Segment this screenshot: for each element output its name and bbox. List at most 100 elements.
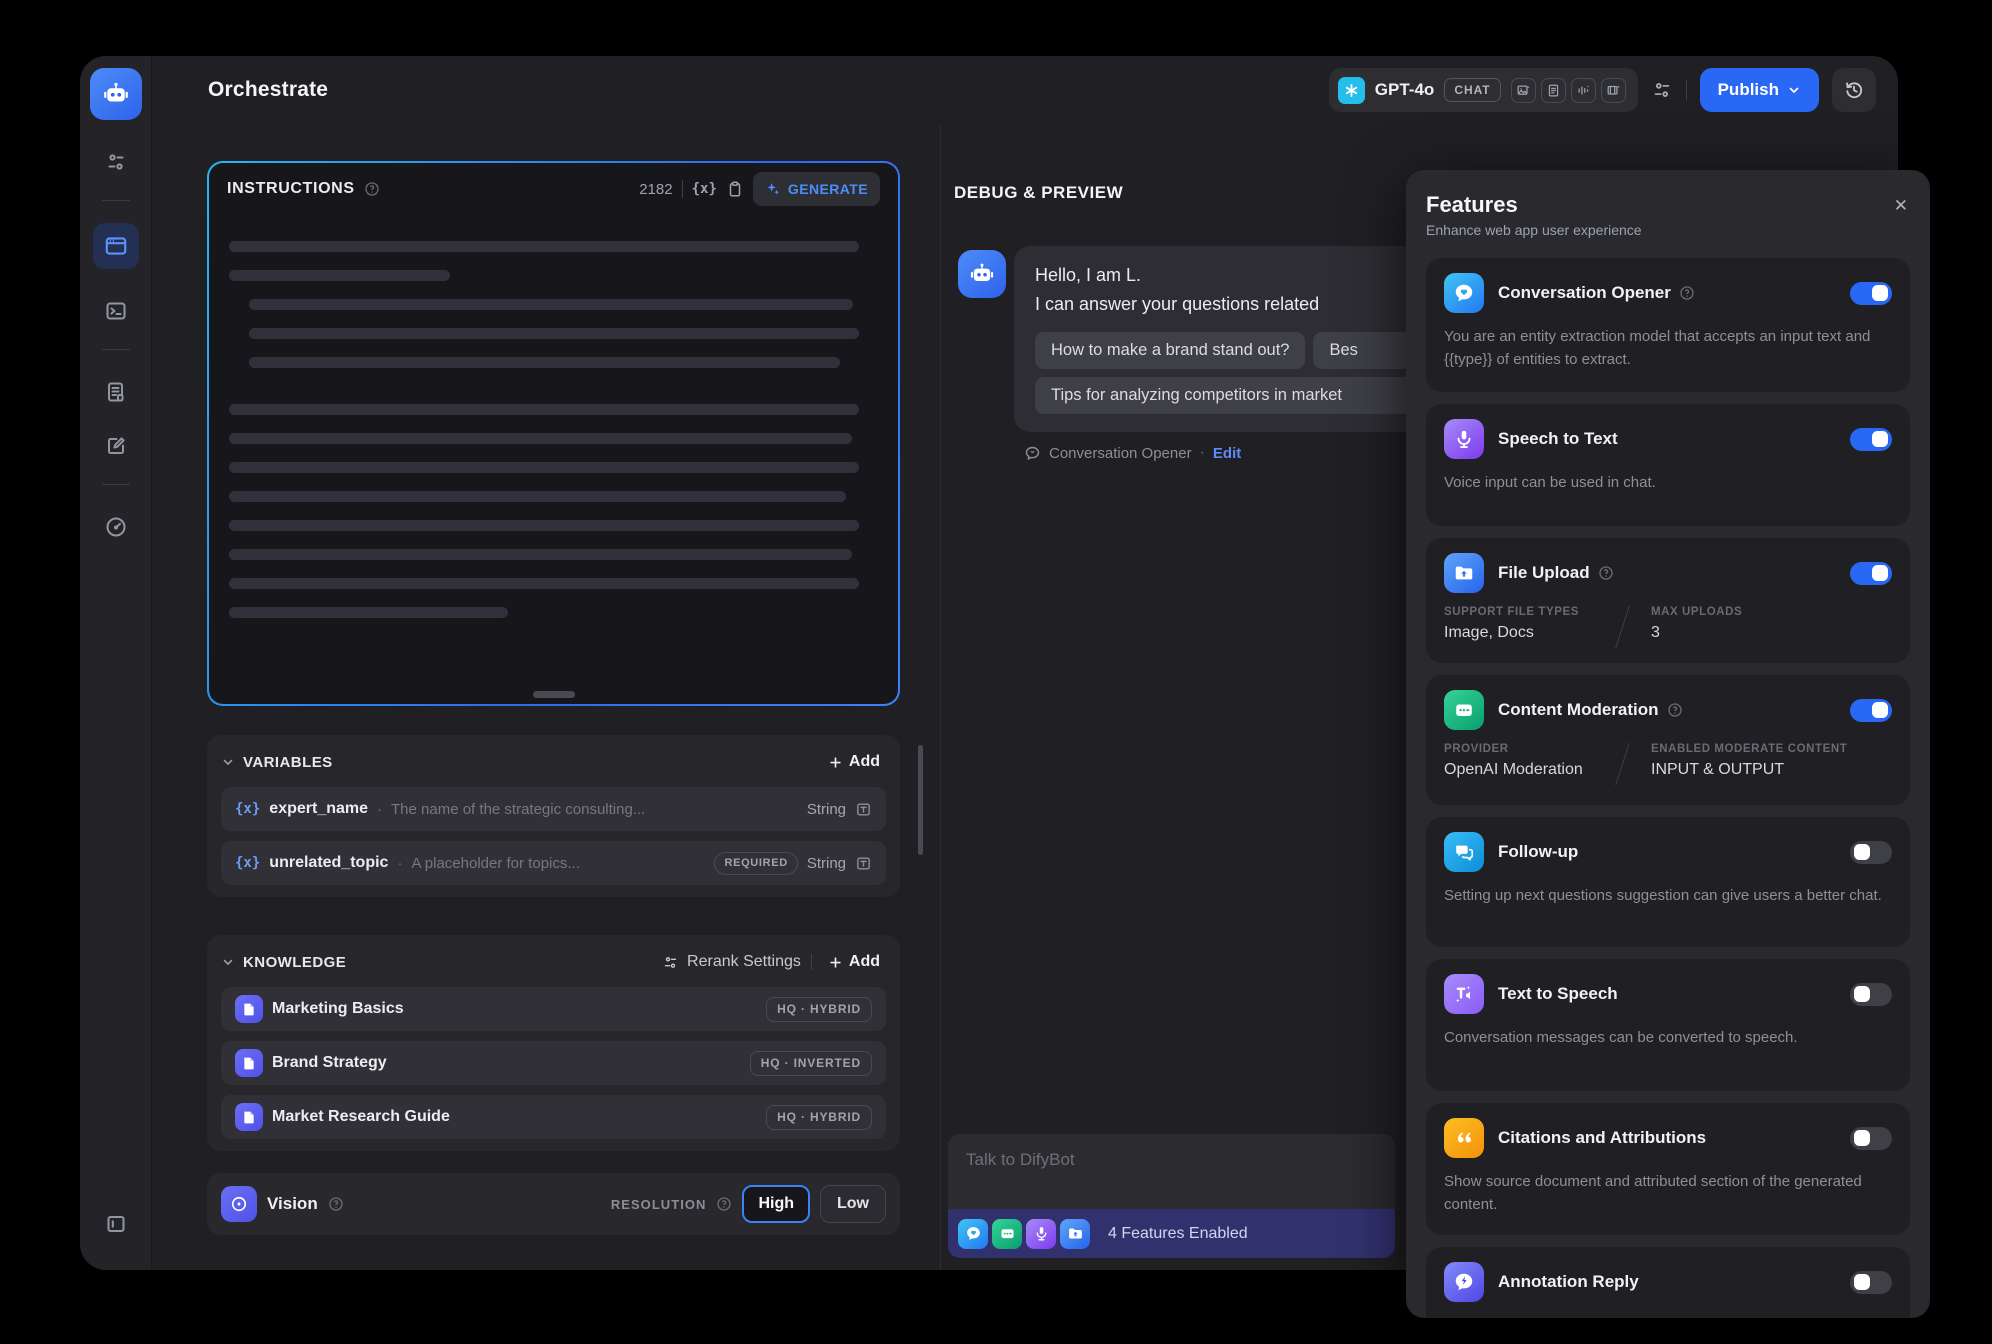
chevron-down-icon[interactable] bbox=[221, 955, 235, 969]
meta-divider bbox=[1615, 606, 1630, 648]
speech-to-text-toggle[interactable] bbox=[1850, 428, 1892, 451]
variable-type: String bbox=[807, 801, 846, 818]
conversation-opener-icon bbox=[958, 1219, 988, 1249]
citations-toggle[interactable] bbox=[1850, 1127, 1892, 1150]
variable-name: expert_name bbox=[269, 800, 368, 818]
annotation-icon[interactable] bbox=[104, 434, 128, 458]
knowledge-row[interactable]: Brand Strategy HQ · INVERTED bbox=[221, 1041, 886, 1085]
skeleton-line bbox=[229, 404, 859, 415]
separator-dot: · bbox=[377, 801, 382, 818]
text-input-type-icon[interactable] bbox=[855, 855, 872, 872]
resolution-low-button[interactable]: Low bbox=[820, 1185, 886, 1223]
chevron-down-icon bbox=[1787, 83, 1801, 97]
help-icon[interactable] bbox=[328, 1196, 344, 1212]
instructions-editor[interactable] bbox=[209, 215, 898, 618]
opener-note: Conversation Opener · Edit bbox=[1024, 444, 1241, 462]
feature-card-annotation-reply: Annotation Reply You can manually edit a… bbox=[1426, 1247, 1910, 1318]
knowledge-row[interactable]: Market Research Guide HQ · HYBRID bbox=[221, 1095, 886, 1139]
chat-input-area: 4 Features Enabled bbox=[948, 1134, 1395, 1258]
scrollbar-thumb[interactable] bbox=[918, 745, 923, 855]
logs-icon[interactable] bbox=[104, 380, 128, 404]
collapse-sidebar-icon[interactable] bbox=[104, 1212, 128, 1236]
meta-value: 3 bbox=[1651, 624, 1801, 642]
copy-icon[interactable] bbox=[726, 180, 744, 198]
rail-divider bbox=[102, 349, 130, 350]
add-knowledge-button[interactable]: Add bbox=[822, 949, 886, 975]
vision-icon bbox=[221, 1186, 257, 1222]
meta-col: PROVIDER OpenAI Moderation bbox=[1444, 743, 1594, 779]
edit-opener-link[interactable]: Edit bbox=[1213, 445, 1241, 462]
feature-desc: Show source document and attributed sect… bbox=[1444, 1171, 1892, 1216]
meta-value: INPUT & OUTPUT bbox=[1651, 761, 1847, 779]
sidebar-item-orchestrate[interactable] bbox=[93, 223, 139, 269]
feature-desc: Voice input can be used in chat. bbox=[1444, 472, 1892, 495]
content-moderation-toggle[interactable] bbox=[1850, 699, 1892, 722]
help-icon[interactable] bbox=[1679, 285, 1695, 301]
follow-up-toggle[interactable] bbox=[1850, 841, 1892, 864]
variable-row[interactable]: {x} unrelated_topic · A placeholder for … bbox=[221, 841, 886, 885]
model-settings-icon[interactable] bbox=[1651, 79, 1673, 101]
dataset-icon bbox=[235, 995, 263, 1023]
features-enabled-bar[interactable]: 4 Features Enabled bbox=[948, 1209, 1395, 1258]
text-input-type-icon[interactable] bbox=[855, 801, 872, 818]
version-history-button[interactable] bbox=[1832, 68, 1876, 112]
feature-card-follow-up: Follow-up Setting up next questions sugg… bbox=[1426, 817, 1910, 947]
file-upload-toggle[interactable] bbox=[1850, 562, 1892, 585]
model-selector[interactable]: GPT-4o CHAT bbox=[1329, 68, 1638, 112]
meta-col: MAX UPLOADS 3 bbox=[1651, 606, 1801, 642]
variables-title: VARIABLES bbox=[243, 754, 333, 771]
skeleton-line bbox=[229, 607, 508, 618]
app-logo-robot-icon[interactable] bbox=[90, 68, 142, 120]
header-divider bbox=[1686, 80, 1687, 100]
help-icon[interactable] bbox=[716, 1196, 732, 1212]
annotation-reply-icon bbox=[1444, 1262, 1484, 1302]
skeleton-line bbox=[229, 433, 852, 444]
debug-title: DEBUG & PREVIEW bbox=[954, 183, 1123, 203]
plus-icon bbox=[828, 955, 843, 970]
text-to-speech-icon bbox=[1444, 974, 1484, 1014]
skeleton-line bbox=[229, 520, 859, 531]
conversation-opener-toggle[interactable] bbox=[1850, 282, 1892, 305]
annotation-reply-toggle[interactable] bbox=[1850, 1271, 1892, 1294]
citations-icon bbox=[1444, 1118, 1484, 1158]
rerank-settings-button[interactable]: Rerank Settings bbox=[662, 953, 801, 971]
monitoring-icon[interactable] bbox=[104, 515, 128, 539]
feature-title: Content Moderation bbox=[1498, 700, 1659, 720]
chat-input[interactable] bbox=[948, 1134, 1395, 1209]
chevron-down-icon[interactable] bbox=[221, 755, 235, 769]
resolution-high-button[interactable]: High bbox=[742, 1185, 810, 1223]
insert-variable-icon[interactable]: {x} bbox=[692, 181, 717, 197]
tools-icon[interactable] bbox=[104, 150, 128, 174]
close-icon[interactable]: ✕ bbox=[1894, 196, 1908, 216]
add-variable-button[interactable]: Add bbox=[822, 749, 886, 775]
help-icon[interactable] bbox=[1598, 565, 1614, 581]
speech-to-text-icon bbox=[1026, 1219, 1056, 1249]
terminal-icon[interactable] bbox=[104, 299, 128, 323]
header: Orchestrate GPT-4o CHAT Publi bbox=[152, 56, 1898, 124]
text-to-speech-toggle[interactable] bbox=[1850, 983, 1892, 1006]
knowledge-row[interactable]: Marketing Basics HQ · HYBRID bbox=[221, 987, 886, 1031]
audio-capability-icon bbox=[1571, 78, 1596, 103]
features-enabled-count: 4 Features Enabled bbox=[1108, 1225, 1248, 1243]
publish-button[interactable]: Publish bbox=[1700, 68, 1819, 112]
variable-row[interactable]: {x} expert_name · The name of the strate… bbox=[221, 787, 886, 831]
meta-col: SUPPORT FILE TYPES Image, Docs bbox=[1444, 606, 1594, 642]
openai-logo-icon bbox=[1338, 77, 1365, 104]
suggested-question-chip[interactable]: How to make a brand stand out? bbox=[1035, 332, 1305, 369]
generate-button[interactable]: GENERATE bbox=[753, 172, 880, 206]
feature-desc: Conversation messages can be converted t… bbox=[1444, 1027, 1892, 1050]
meta-label: MAX UPLOADS bbox=[1651, 606, 1801, 618]
resize-handle[interactable] bbox=[533, 691, 575, 698]
dataset-icon bbox=[235, 1103, 263, 1131]
feature-title: Conversation Opener bbox=[1498, 283, 1671, 303]
help-icon[interactable] bbox=[364, 181, 380, 197]
sidebar-rail bbox=[80, 56, 152, 1270]
variable-token-icon: {x} bbox=[235, 801, 260, 817]
help-icon[interactable] bbox=[1667, 702, 1683, 718]
content-moderation-icon bbox=[992, 1219, 1022, 1249]
dataset-icon bbox=[235, 1049, 263, 1077]
feature-desc: You can manually edit and improve replie… bbox=[1444, 1315, 1892, 1318]
resolution-label: RESOLUTION bbox=[611, 1197, 707, 1212]
variable-desc: A placeholder for topics... bbox=[411, 855, 705, 872]
sparkle-icon bbox=[765, 181, 781, 197]
